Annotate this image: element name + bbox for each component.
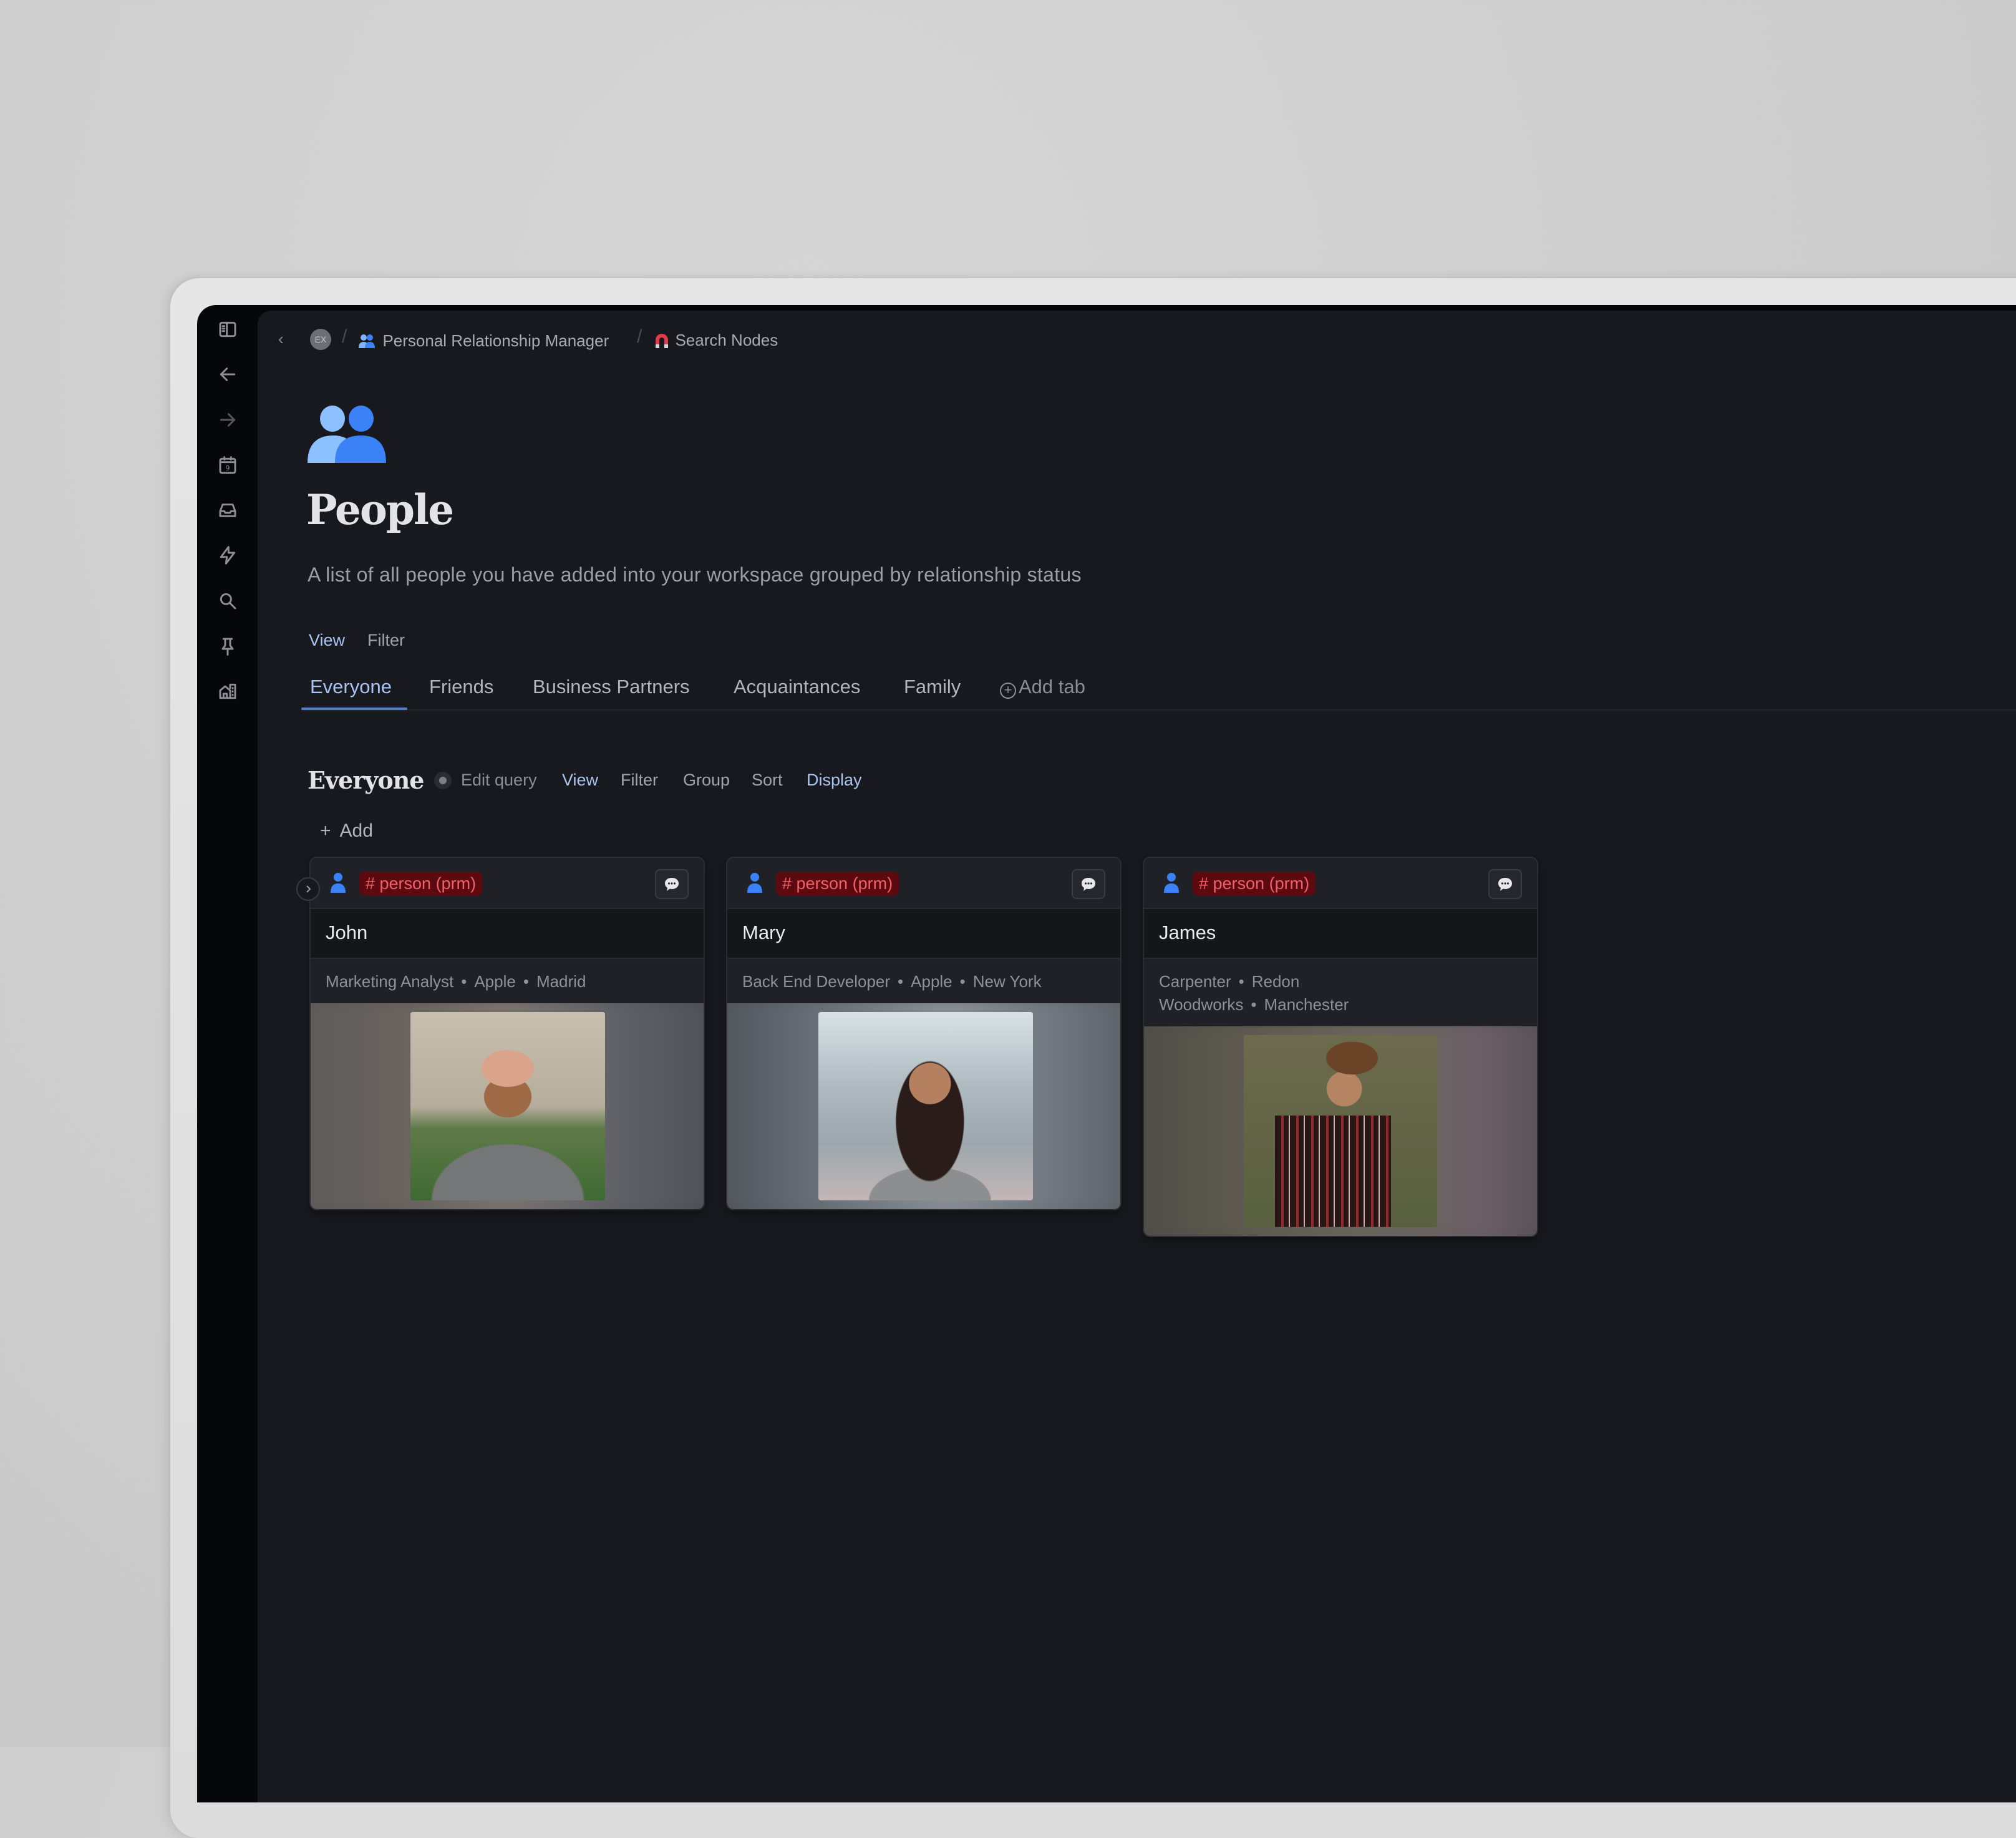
tab-business-partners[interactable]: Business Partners xyxy=(533,676,690,698)
card-name-row: James xyxy=(1144,908,1537,959)
tag-person-prm[interactable]: # person (prm) xyxy=(1193,872,1316,895)
avatar-initials: EX xyxy=(314,334,327,344)
person-icon xyxy=(331,873,346,893)
expand-card-button[interactable] xyxy=(296,877,320,901)
card-name-row: John xyxy=(311,908,704,959)
add-item-button[interactable]: + Add xyxy=(320,820,373,842)
pin-icon[interactable] xyxy=(216,635,240,658)
breadcrumb-separator: / xyxy=(637,326,642,347)
lightning-icon[interactable] xyxy=(216,543,240,567)
svg-text:9: 9 xyxy=(226,464,230,472)
chat-bubble-icon xyxy=(1498,878,1512,891)
tag-person-prm[interactable]: # person (prm) xyxy=(359,872,483,895)
arrow-left-icon[interactable] xyxy=(216,362,240,386)
person-name[interactable]: Mary xyxy=(742,921,785,944)
edit-query-button[interactable]: Edit query xyxy=(461,771,537,790)
comments-button[interactable] xyxy=(655,869,689,899)
add-tab-button[interactable]: + Add tab xyxy=(1000,676,1085,699)
meta-city: Madrid xyxy=(536,972,586,991)
calendar-icon[interactable]: 9 xyxy=(216,454,240,477)
chevron-right-icon xyxy=(306,885,311,893)
tag-person-prm[interactable]: # person (prm) xyxy=(776,872,899,895)
breadcrumb-item-prm[interactable]: Personal Relationship Manager xyxy=(357,331,609,351)
section-sort-button[interactable]: Sort xyxy=(752,771,783,790)
tab-family[interactable]: Family xyxy=(904,676,961,698)
person-name[interactable]: James xyxy=(1159,921,1216,944)
meta-city: New York xyxy=(972,972,1042,991)
comments-button[interactable] xyxy=(1072,869,1105,899)
query-status-dot[interactable] xyxy=(434,772,452,789)
section-filter-button[interactable]: Filter xyxy=(621,771,658,790)
meta-company: Apple xyxy=(474,972,516,991)
section-title: Everyone xyxy=(308,766,424,794)
chat-bubble-icon xyxy=(665,878,679,891)
chevron-left-icon[interactable]: ‹ xyxy=(278,329,284,349)
sidebar-panel-icon[interactable] xyxy=(216,318,240,341)
people-icon xyxy=(359,334,375,348)
add-item-label: Add xyxy=(339,820,373,841)
magnet-icon xyxy=(656,333,668,348)
breadcrumb-label: Search Nodes xyxy=(675,331,778,349)
breadcrumb-item-search-nodes[interactable]: Search Nodes xyxy=(654,331,778,350)
breadcrumb-label: Personal Relationship Manager xyxy=(382,331,609,350)
page-filter-button[interactable]: Filter xyxy=(367,631,405,650)
section-group-button[interactable]: Group xyxy=(683,771,730,790)
person-photo xyxy=(727,1003,1120,1209)
plus-icon: + xyxy=(320,820,331,841)
workspace-avatar[interactable]: EX xyxy=(310,329,331,350)
people-icon xyxy=(308,406,386,463)
card-name-row: Mary xyxy=(727,908,1120,959)
inbox-icon[interactable] xyxy=(216,498,240,522)
page-description: A list of all people you have added into… xyxy=(308,563,1082,586)
person-photo xyxy=(1144,1026,1537,1236)
person-photo xyxy=(311,1003,704,1209)
person-icon xyxy=(1164,873,1179,893)
page-view-button[interactable]: View xyxy=(309,631,345,650)
meta-company: Apple xyxy=(911,972,952,991)
person-card-james[interactable]: # person (prm) James Carpenter • Redon Woo… xyxy=(1143,857,1538,1237)
meta-city: Manchester xyxy=(1264,995,1349,1014)
page-title: People xyxy=(306,485,454,534)
person-card-john[interactable]: # person (prm) John Marketing Analyst • Ap… xyxy=(309,857,705,1210)
arrow-right-icon[interactable] xyxy=(216,408,240,432)
sidebar: 9 xyxy=(197,305,258,1802)
meta-role: Marketing Analyst xyxy=(326,972,454,991)
comments-button[interactable] xyxy=(1488,869,1522,899)
breadcrumb-separator: / xyxy=(342,326,347,347)
tab-everyone[interactable]: Everyone xyxy=(310,676,392,698)
home-building-icon[interactable] xyxy=(216,679,240,703)
card-meta: Carpenter • Redon Woodworks • Manchester xyxy=(1144,959,1398,1026)
person-card-mary[interactable]: # person (prm) Mary Back End Developer • A… xyxy=(726,857,1122,1210)
tab-friends[interactable]: Friends xyxy=(429,676,493,698)
section-view-button[interactable]: View xyxy=(562,771,598,790)
active-tab-indicator xyxy=(301,707,407,710)
section-display-button[interactable]: Display xyxy=(807,771,862,790)
card-header: # person (prm) xyxy=(311,858,704,908)
tab-acquaintances[interactable]: Acquaintances xyxy=(734,676,860,698)
chat-bubble-icon xyxy=(1082,878,1095,891)
tab-divider xyxy=(301,709,2016,711)
card-header: # person (prm) xyxy=(1144,858,1537,908)
card-meta: Marketing Analyst • Apple • Madrid xyxy=(311,959,704,1003)
card-meta: Back End Developer • Apple • New York xyxy=(727,959,1120,1003)
add-tab-label: Add tab xyxy=(1019,676,1085,698)
person-icon xyxy=(747,873,762,893)
card-header: # person (prm) xyxy=(727,858,1120,908)
meta-role: Carpenter xyxy=(1159,972,1231,991)
person-name[interactable]: John xyxy=(326,921,367,944)
plus-circle-icon: + xyxy=(1000,683,1016,699)
search-icon[interactable] xyxy=(216,589,240,613)
meta-role: Back End Developer xyxy=(742,972,891,991)
